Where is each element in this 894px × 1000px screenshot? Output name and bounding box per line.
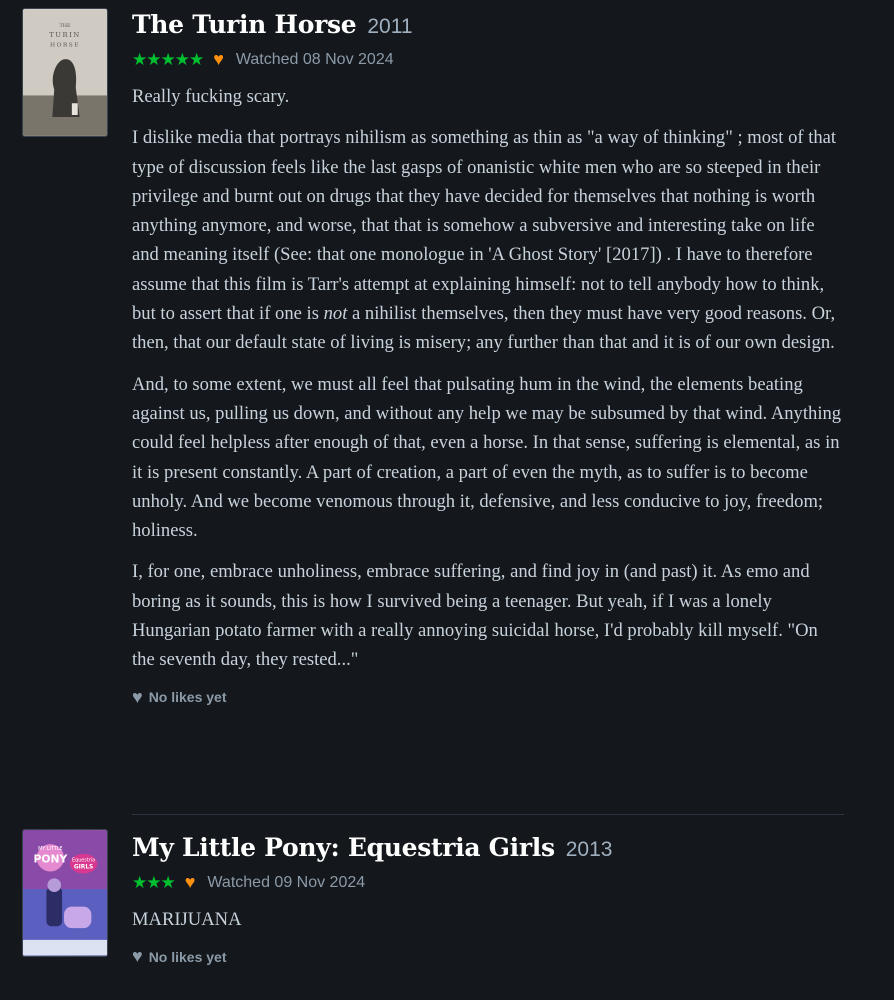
film-year-link[interactable]: 2013 — [566, 838, 613, 862]
title-row: My Little Pony: Equestria Girls 2013 — [132, 815, 894, 862]
svg-text:HORSE: HORSE — [50, 43, 80, 49]
watched-date-link[interactable]: Watched 08 Nov 2024 — [236, 51, 394, 69]
svg-text:Equestria: Equestria — [72, 858, 95, 864]
review-entry: MY LITTLE PONY Equestria GIRLS My Little… — [0, 815, 894, 967]
svg-text:PONY: PONY — [33, 853, 67, 866]
star-rating-icon: ★★★ — [132, 872, 176, 892]
review-entry: THE TURIN HORSE The Turin Horse 2011 ★★★… — [0, 0, 894, 815]
emphasis-text: not — [323, 303, 348, 325]
heart-outline-icon[interactable]: ♥ — [132, 687, 143, 708]
review-paragraph: And, to some extent, we must all feel th… — [132, 373, 842, 542]
title-row: The Turin Horse 2011 — [132, 0, 894, 39]
likes-row: ♥ No likes yet — [132, 946, 894, 967]
heart-icon: ♥ — [213, 49, 224, 69]
poster-image: MY LITTLE PONY Equestria GIRLS — [23, 830, 107, 956]
likes-count: No likes yet — [148, 689, 227, 706]
likes-count: No likes yet — [148, 948, 227, 965]
star-rating-icon: ★★★★★ — [132, 49, 204, 69]
film-title-link[interactable]: My Little Pony: Equestria Girls — [132, 833, 555, 862]
heart-outline-icon[interactable]: ♥ — [132, 946, 143, 967]
review-body: MARIJUANA — [132, 905, 844, 934]
review-paragraph: I dislike media that portrays nihilism a… — [132, 127, 837, 354]
review-paragraph: Really fucking scary. — [132, 86, 290, 107]
svg-text:GIRLS: GIRLS — [74, 865, 93, 871]
svg-text:TURIN: TURIN — [49, 31, 80, 39]
svg-text:THE: THE — [59, 23, 71, 29]
review-meta: ★★★★★ ♥ Watched 08 Nov 2024 — [132, 49, 894, 70]
heart-icon: ♥ — [184, 872, 196, 892]
film-poster[interactable]: THE TURIN HORSE — [22, 8, 108, 137]
film-year-link[interactable]: 2011 — [367, 15, 412, 39]
poster-image: THE TURIN HORSE — [23, 9, 107, 136]
review-meta: ★★★ ♥ Watched 09 Nov 2024 — [132, 872, 894, 893]
watched-date-link[interactable]: Watched 09 Nov 2024 — [207, 874, 365, 892]
review-paragraph: I, for one, embrace unholiness, embrace … — [132, 561, 818, 671]
svg-text:MY LITTLE: MY LITTLE — [38, 846, 63, 852]
film-poster[interactable]: MY LITTLE PONY Equestria GIRLS — [22, 829, 108, 957]
review-body: Really fucking scary. I dislike media th… — [132, 82, 844, 675]
review-paragraph: MARIJUANA — [132, 909, 242, 930]
likes-row: ♥ No likes yet — [132, 687, 894, 708]
film-title-link[interactable]: The Turin Horse — [132, 10, 357, 39]
